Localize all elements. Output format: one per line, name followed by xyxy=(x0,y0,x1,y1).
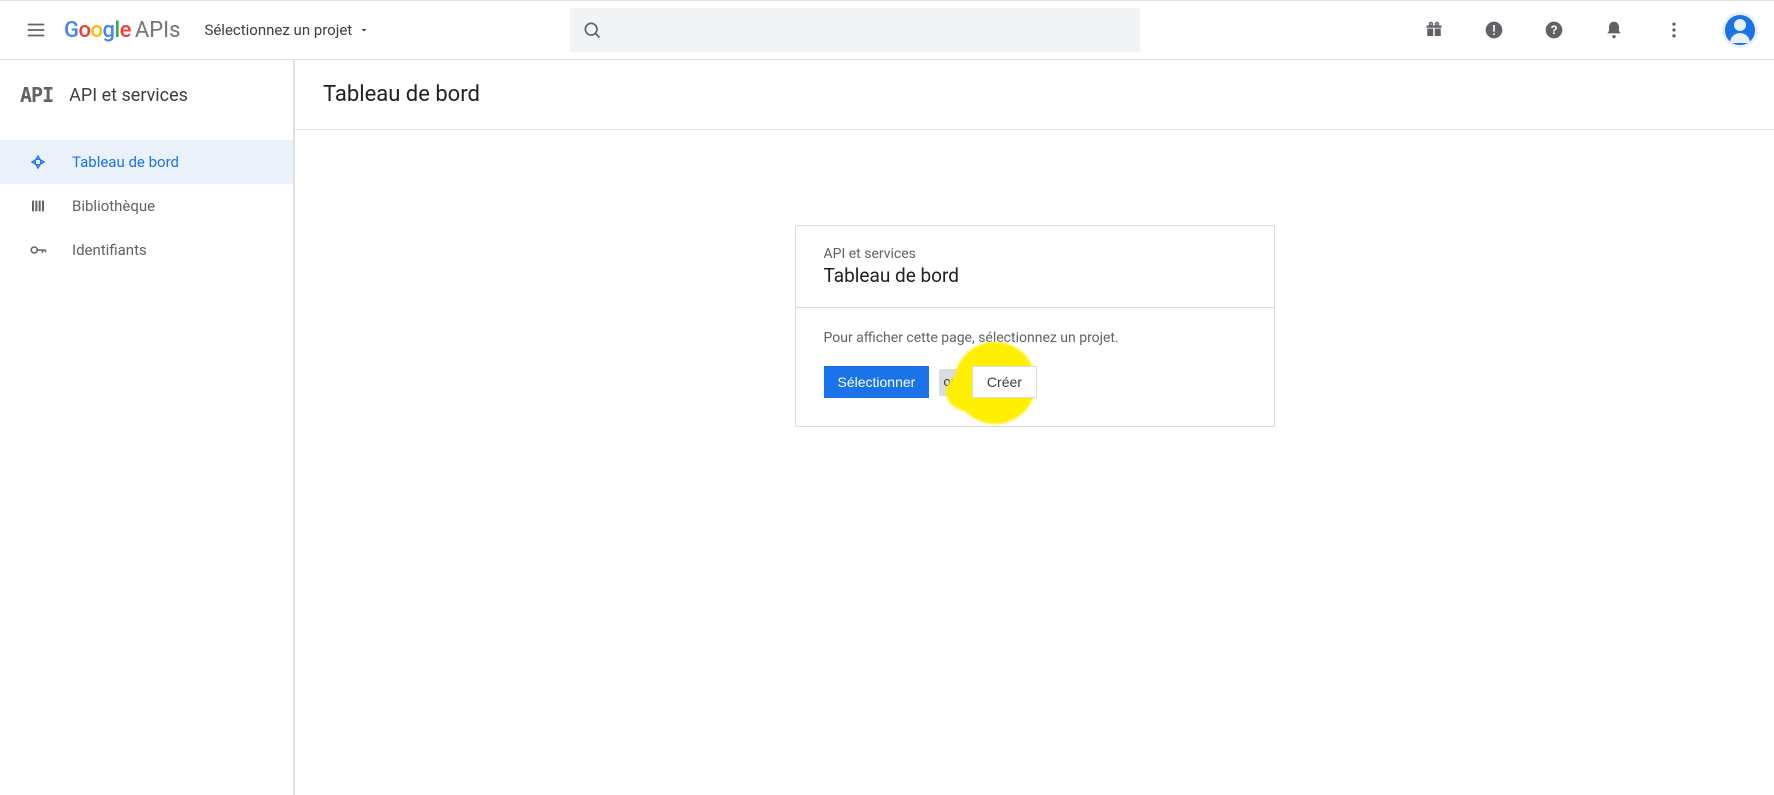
gift-icon[interactable] xyxy=(1414,10,1454,50)
project-selector[interactable]: Sélectionnez un projet xyxy=(204,21,370,39)
card-title: Tableau de bord xyxy=(824,264,1246,287)
alert-icon[interactable] xyxy=(1474,10,1514,50)
svg-text:?: ? xyxy=(1550,24,1557,37)
project-card: API et services Tableau de bord Pour aff… xyxy=(795,225,1275,427)
library-icon xyxy=(28,198,48,214)
main: Tableau de bord API et services Tableau … xyxy=(295,60,1774,795)
card-head: API et services Tableau de bord xyxy=(796,226,1274,308)
sidebar-section-title: API et services xyxy=(69,85,188,106)
caret-down-icon xyxy=(358,24,370,36)
search-box[interactable] xyxy=(570,8,1140,52)
topbar: Google APIs Sélectionnez un projet ? xyxy=(0,0,1774,60)
sidebar-item-label: Identifiants xyxy=(72,241,147,259)
sidebar-header: API API et services xyxy=(0,60,293,130)
help-icon[interactable]: ? xyxy=(1534,10,1574,50)
api-logo-icon: API xyxy=(20,83,53,107)
card-instruction: Pour afficher cette page, sélectionnez u… xyxy=(824,330,1246,346)
topbar-right: ? xyxy=(1414,10,1758,50)
card-actions: Sélectionner ou Créer xyxy=(824,366,1246,398)
page-title: Tableau de bord xyxy=(323,82,480,107)
more-icon[interactable] xyxy=(1654,10,1694,50)
key-icon xyxy=(28,241,48,259)
project-selector-label: Sélectionnez un projet xyxy=(204,21,352,39)
search-icon xyxy=(582,20,602,40)
select-button[interactable]: Sélectionner xyxy=(824,366,930,398)
card-wrap: API et services Tableau de bord Pour aff… xyxy=(295,130,1774,427)
card-body: Pour afficher cette page, sélectionnez u… xyxy=(796,308,1274,426)
main-header: Tableau de bord xyxy=(295,60,1774,130)
layout: API API et services Tableau de bord Bibl… xyxy=(0,60,1774,795)
google-logo-text: Google xyxy=(64,18,131,43)
sidebar-item-library[interactable]: Bibliothèque xyxy=(0,184,293,228)
menu-button[interactable] xyxy=(16,10,56,50)
create-button[interactable]: Créer xyxy=(972,366,1037,398)
logo-suffix: APIs xyxy=(135,18,181,43)
sidebar-item-label: Bibliothèque xyxy=(72,197,155,215)
dashboard-icon xyxy=(28,154,48,170)
notifications-icon[interactable] xyxy=(1594,10,1634,50)
avatar[interactable] xyxy=(1722,12,1758,48)
hamburger-icon xyxy=(25,19,47,41)
sidebar-item-dashboard[interactable]: Tableau de bord xyxy=(0,140,293,184)
sidebar-items: Tableau de bord Bibliothèque Identifiant… xyxy=(0,130,293,272)
avatar-icon xyxy=(1725,15,1755,45)
card-subtitle: API et services xyxy=(824,246,1246,262)
sidebar: API API et services Tableau de bord Bibl… xyxy=(0,60,295,795)
sidebar-item-label: Tableau de bord xyxy=(72,153,179,171)
logo[interactable]: Google APIs xyxy=(64,18,180,43)
sidebar-item-credentials[interactable]: Identifiants xyxy=(0,228,293,272)
